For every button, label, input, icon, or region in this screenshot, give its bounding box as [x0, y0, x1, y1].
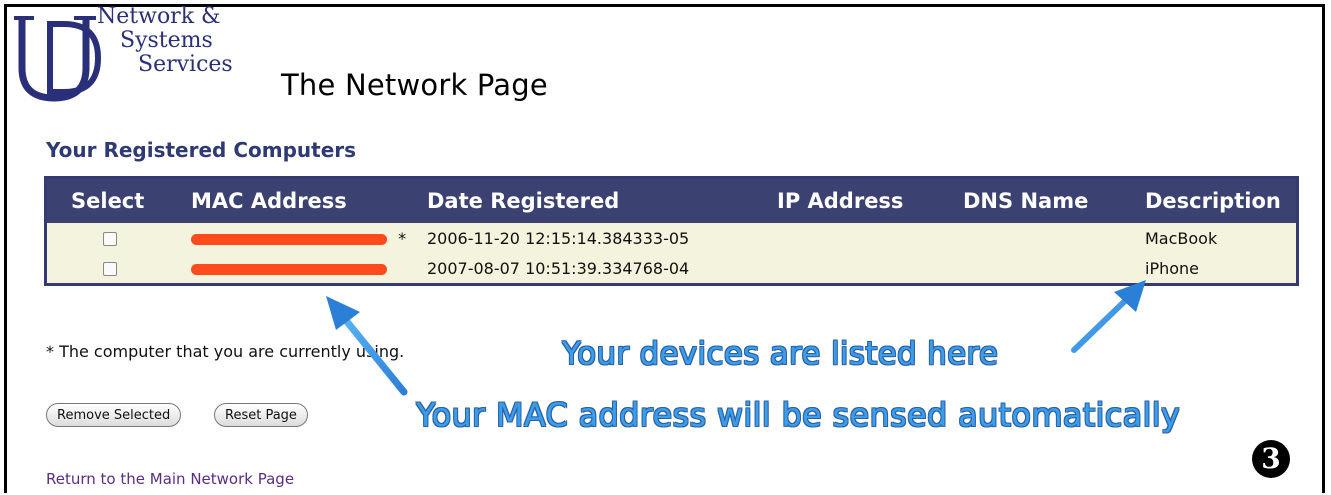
select-cell: [45, 223, 173, 253]
logo-line-3: Services: [138, 52, 233, 77]
page-title: The Network Page: [281, 68, 548, 102]
description-cell: MacBook: [1127, 223, 1298, 253]
column-header-mac: MAC Address: [173, 177, 409, 223]
column-header-select: Select: [45, 177, 173, 223]
current-computer-marker: *: [398, 228, 407, 248]
ud-logo: [14, 16, 102, 102]
main-network-page-link[interactable]: Return to the Main Network Page: [46, 470, 294, 488]
ip-cell: [759, 253, 945, 285]
step-number-badge: 3: [1252, 440, 1290, 478]
dns-cell: [945, 223, 1127, 253]
reset-page-button[interactable]: Reset Page: [214, 403, 308, 427]
description-cell: iPhone: [1127, 253, 1298, 285]
mac-cell: [173, 253, 409, 285]
select-cell: [45, 253, 173, 285]
registered-computers-table: Select MAC Address Date Registered IP Ad…: [44, 176, 1299, 286]
table-row: * 2006-11-20 12:15:14.384333-05 MacBook: [45, 223, 1298, 253]
date-cell: 2006-11-20 12:15:14.384333-05: [409, 223, 759, 253]
dns-cell: [945, 253, 1127, 285]
row-checkbox[interactable]: [103, 262, 117, 276]
remove-selected-button[interactable]: Remove Selected: [46, 403, 182, 427]
column-header-date: Date Registered: [409, 177, 759, 223]
date-cell: 2007-08-07 10:51:39.334768-04: [409, 253, 759, 285]
current-computer-note: * The computer that you are currently us…: [46, 342, 405, 361]
section-title: Your Registered Computers: [46, 138, 357, 162]
table-header-row: Select MAC Address Date Registered IP Ad…: [45, 177, 1298, 223]
row-checkbox[interactable]: [103, 232, 117, 246]
table-row: 2007-08-07 10:51:39.334768-04 iPhone: [45, 253, 1298, 285]
ip-cell: [759, 223, 945, 253]
redacted-mac-address: [191, 233, 387, 245]
logo-line-2: Systems: [120, 28, 213, 53]
column-header-ip: IP Address: [759, 177, 945, 223]
column-header-description: Description: [1127, 177, 1298, 223]
mac-cell: *: [173, 223, 409, 253]
redacted-mac-address: [191, 263, 387, 275]
logo-line-1: Network &: [97, 4, 221, 29]
devices-listed-callout: Your devices are listed here: [562, 336, 999, 372]
column-header-dns: DNS Name: [945, 177, 1127, 223]
mac-sensed-callout: Your MAC address will be sensed automati…: [416, 396, 1181, 434]
